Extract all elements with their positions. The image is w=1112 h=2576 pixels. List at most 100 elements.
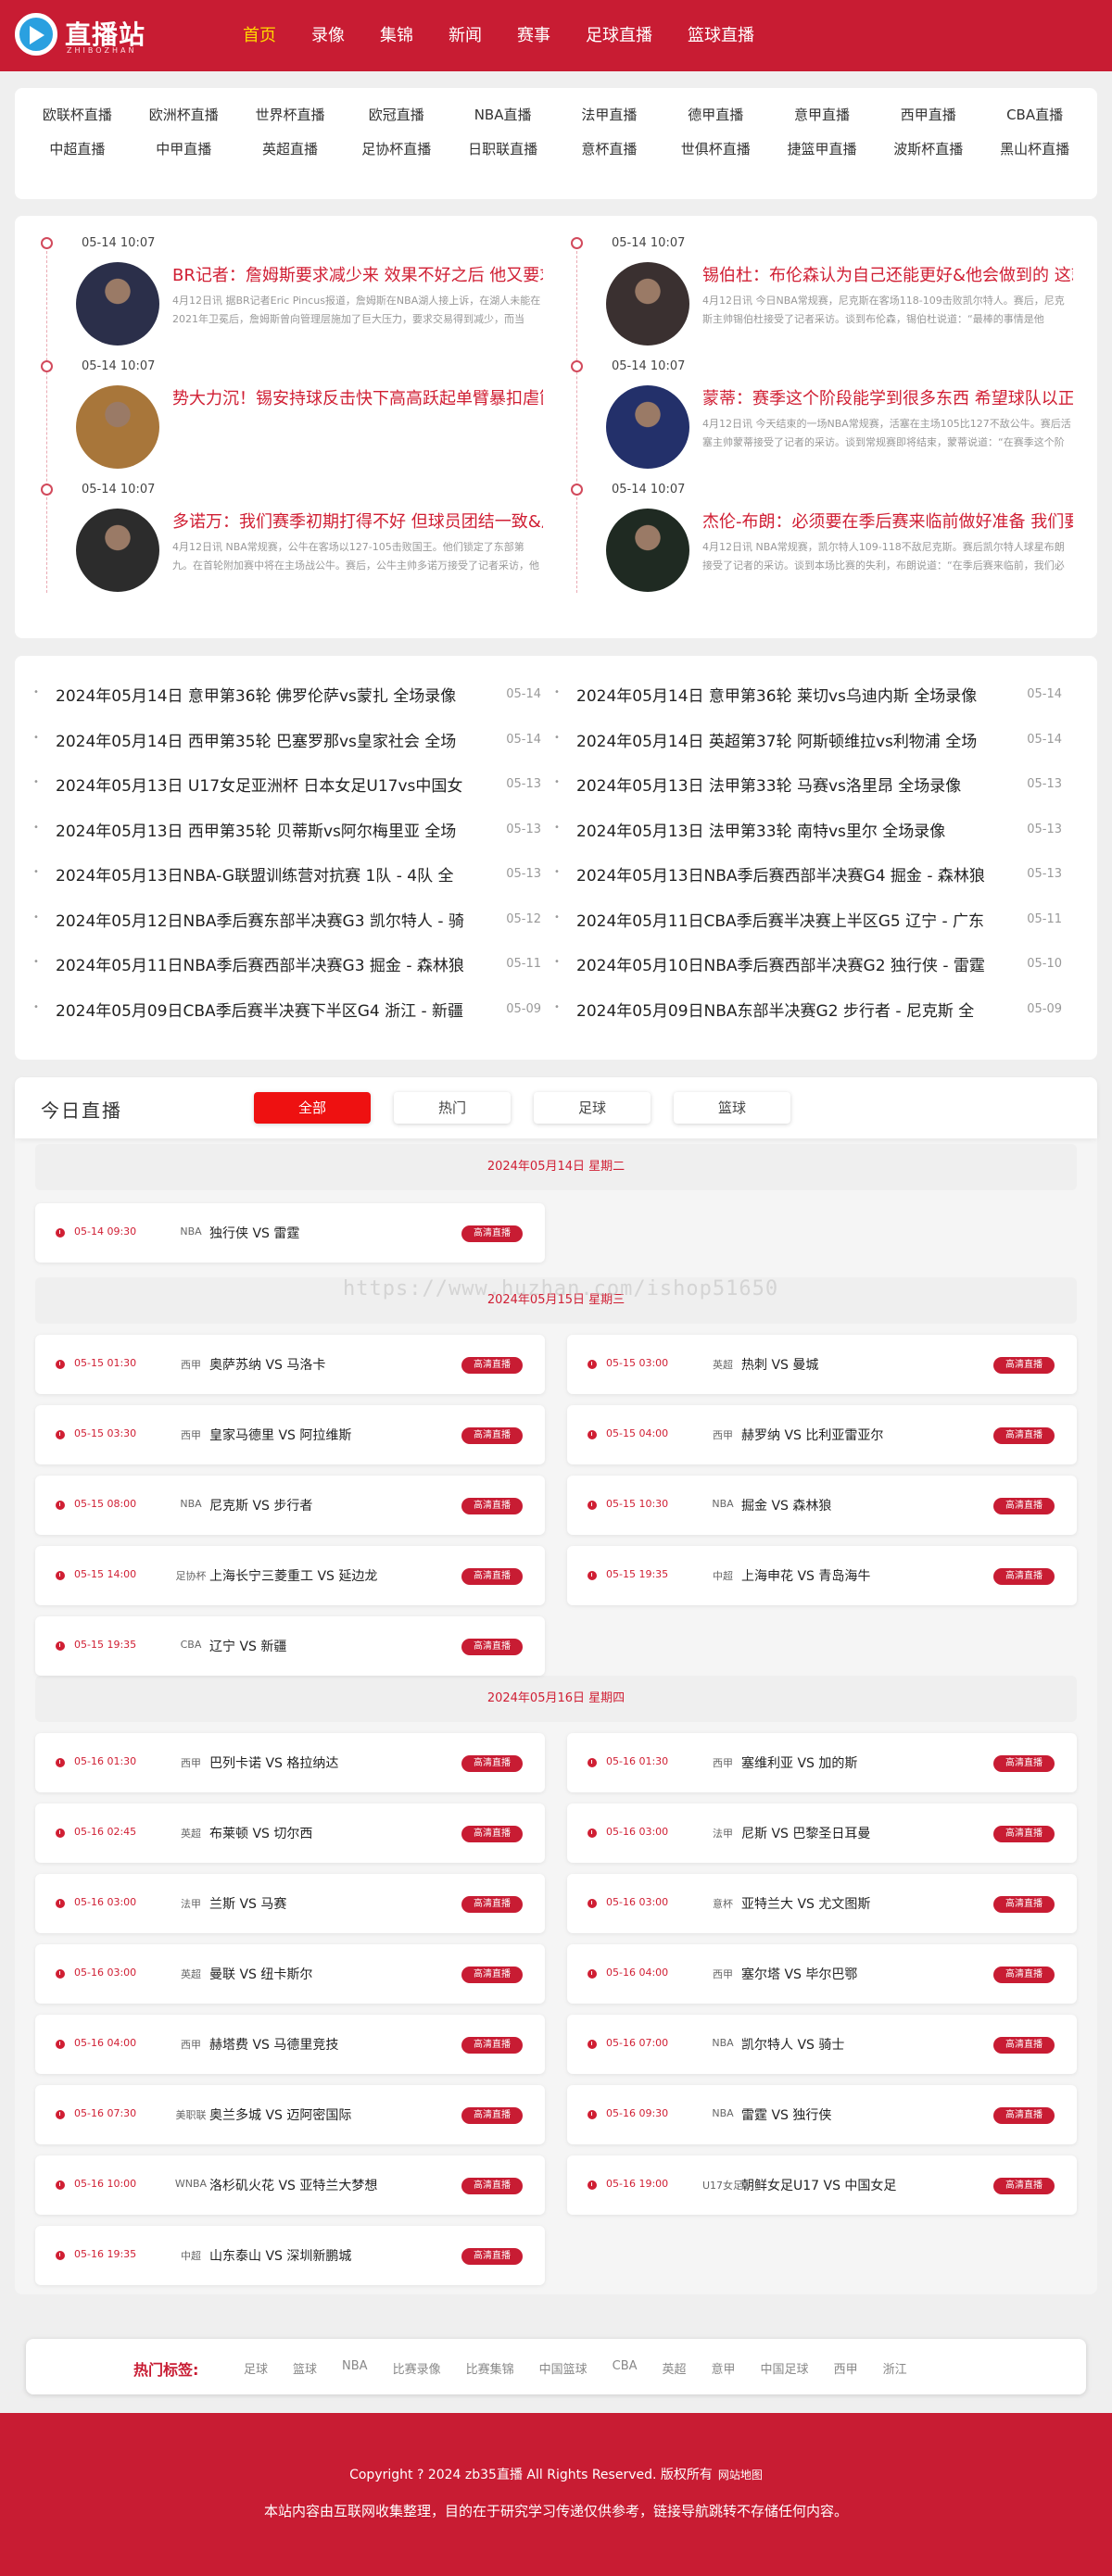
hot-tag[interactable]: 中国足球 xyxy=(761,2359,809,2377)
hot-tag[interactable]: 英超 xyxy=(663,2359,687,2377)
league-link[interactable]: 日职联直播 xyxy=(449,139,556,158)
replay-row[interactable]: • 2024年05月13日NBA-G联盟训练营对抗赛 1队 - 4队 全 05-13 xyxy=(33,858,552,903)
replay-title[interactable]: 2024年05月13日 U17女足亚洲杯 日本女足U17vs中国女 xyxy=(56,773,474,796)
match-teams[interactable]: 凯尔特人 VS 骑士 xyxy=(741,2035,844,2054)
match-teams[interactable]: 塞维利亚 VS 加的斯 xyxy=(741,1753,857,1772)
match-card[interactable]: 05-16 03:00 法甲 兰斯 VS 马赛 高清直播 xyxy=(35,1874,545,1933)
match-card[interactable]: 05-16 03:00 英超 曼联 VS 纽卡斯尔 高清直播 xyxy=(35,1944,545,2004)
nav-basketball-live[interactable]: 篮球直播 xyxy=(688,0,754,71)
news-item[interactable]: 05-14 10:07 BR记者：詹姆斯要求减少来 效果不好之后 他又要求 4月12… xyxy=(41,234,550,358)
site-logo[interactable]: 直播站 ZHIBOZHAN xyxy=(15,11,163,59)
replay-title[interactable]: 2024年05月13日NBA季后赛西部半决赛G4 掘金 - 森林狼 xyxy=(576,862,995,886)
news-title[interactable]: 势大力沉！锡安持球反击快下高高跃起单臂暴扣虐筐 xyxy=(172,385,543,409)
match-card[interactable]: 05-16 10:00 WNBA 洛杉矶火花 VS 亚特兰大梦想 高清直播 xyxy=(35,2155,545,2215)
live-stream-button[interactable]: 高清直播 xyxy=(993,1357,1055,1374)
live-stream-button[interactable]: 高清直播 xyxy=(993,1427,1055,1444)
match-teams[interactable]: 洛杉矶火花 VS 亚特兰大梦想 xyxy=(209,2176,377,2194)
league-link[interactable]: 意杯直播 xyxy=(556,139,663,158)
replay-title[interactable]: 2024年05月14日 意甲第36轮 佛罗伦萨vs蒙扎 全场录像 xyxy=(56,683,474,706)
match-card[interactable]: 05-15 03:30 西甲 皇家马德里 VS 阿拉维斯 高清直播 xyxy=(35,1405,545,1464)
news-item[interactable]: 05-14 10:07 多诺万：我们赛季初期打得不好 但球员团结一致&从 4月12日… xyxy=(41,481,550,604)
league-link[interactable]: 波斯杯直播 xyxy=(875,139,981,158)
match-card[interactable]: 05-15 08:00 NBA 尼克斯 VS 步行者 高清直播 xyxy=(35,1476,545,1535)
match-teams[interactable]: 上海长宁三菱重工 VS 延边龙 xyxy=(209,1566,377,1585)
match-teams[interactable]: 雷霆 VS 独行侠 xyxy=(741,2105,831,2124)
news-title[interactable]: BR记者：詹姆斯要求减少来 效果不好之后 他又要求 xyxy=(172,262,543,286)
league-link[interactable]: NBA直播 xyxy=(449,105,556,124)
match-teams[interactable]: 独行侠 VS 雷霆 xyxy=(209,1224,299,1242)
replay-row[interactable]: • 2024年05月13日 法甲第33轮 马赛vs洛里昂 全场录像 05-13 xyxy=(554,768,1073,813)
replay-title[interactable]: 2024年05月10日NBA季后赛西部半决赛G2 独行侠 - 雷霆 xyxy=(576,952,995,975)
news-item[interactable]: 05-14 10:07 蒙蒂：赛季这个阶段能学到很多东西 希望球队以正确 4月12日… xyxy=(571,358,1080,481)
live-stream-button[interactable]: 高清直播 xyxy=(993,2178,1055,2194)
news-thumbnail[interactable] xyxy=(76,509,159,592)
match-teams[interactable]: 山东泰山 VS 深圳新鹏城 xyxy=(209,2246,351,2265)
replay-row[interactable]: • 2024年05月11日CBA季后赛半决赛上半区G5 辽宁 - 广东 05-11 xyxy=(554,903,1073,949)
news-thumbnail[interactable] xyxy=(606,385,689,469)
match-card[interactable]: 05-16 02:45 英超 布莱顿 VS 切尔西 高清直播 xyxy=(35,1803,545,1863)
hot-tag[interactable]: CBA xyxy=(613,2359,638,2377)
match-card[interactable]: 05-15 14:00 足协杯 上海长宁三菱重工 VS 延边龙 高清直播 xyxy=(35,1546,545,1605)
live-stream-button[interactable]: 高清直播 xyxy=(461,1755,523,1772)
live-stream-button[interactable]: 高清直播 xyxy=(461,1427,523,1444)
replay-title[interactable]: 2024年05月11日NBA季后赛西部半决赛G3 掘金 - 森林狼 xyxy=(56,952,474,975)
match-card[interactable]: 05-15 19:35 CBA 辽宁 VS 新疆 高清直播 xyxy=(35,1616,545,1676)
hot-tag[interactable]: 比赛集锦 xyxy=(466,2359,514,2377)
replay-title[interactable]: 2024年05月09日CBA季后赛半决赛下半区G4 浙江 - 新疆 xyxy=(56,998,474,1021)
tab-basketball[interactable]: 篮球 xyxy=(674,1092,790,1124)
nav-home[interactable]: 首页 xyxy=(243,0,276,71)
tab-football[interactable]: 足球 xyxy=(534,1092,651,1124)
match-teams[interactable]: 赫罗纳 VS 比利亚雷亚尔 xyxy=(741,1426,883,1444)
nav-replays[interactable]: 录像 xyxy=(311,0,345,71)
league-link[interactable]: 世俱杯直播 xyxy=(663,139,769,158)
league-link[interactable]: 英超直播 xyxy=(237,139,344,158)
replay-row[interactable]: • 2024年05月14日 意甲第36轮 佛罗伦萨vs蒙扎 全场录像 05-14 xyxy=(33,678,552,723)
live-stream-button[interactable]: 高清直播 xyxy=(461,1357,523,1374)
hot-tag[interactable]: 中国篮球 xyxy=(539,2359,588,2377)
match-teams[interactable]: 皇家马德里 VS 阿拉维斯 xyxy=(209,1426,351,1444)
live-stream-button[interactable]: 高清直播 xyxy=(461,2178,523,2194)
nav-news[interactable]: 新闻 xyxy=(449,0,482,71)
replay-row[interactable]: • 2024年05月10日NBA季后赛西部半决赛G2 独行侠 - 雷霆 05-10 xyxy=(554,948,1073,993)
replay-row[interactable]: • 2024年05月12日NBA季后赛东部半决赛G3 凯尔特人 - 骑 05-12 xyxy=(33,903,552,949)
live-stream-button[interactable]: 高清直播 xyxy=(461,1568,523,1585)
replay-row[interactable]: • 2024年05月14日 西甲第35轮 巴塞罗那vs皇家社会 全场 05-14 xyxy=(33,723,552,769)
match-card[interactable]: 05-15 01:30 西甲 奥萨苏纳 VS 马洛卡 高清直播 xyxy=(35,1335,545,1394)
league-link[interactable]: 欧冠直播 xyxy=(343,105,449,124)
league-link[interactable]: 意甲直播 xyxy=(769,105,876,124)
news-thumbnail[interactable] xyxy=(606,509,689,592)
match-card[interactable]: 05-16 03:00 意杯 亚特兰大 VS 尤文图斯 高清直播 xyxy=(567,1874,1077,1933)
replay-row[interactable]: • 2024年05月11日NBA季后赛西部半决赛G3 掘金 - 森林狼 05-11 xyxy=(33,948,552,993)
league-link[interactable]: 世界杯直播 xyxy=(237,105,344,124)
league-link[interactable]: 黑山杯直播 xyxy=(981,139,1088,158)
live-stream-button[interactable]: 高清直播 xyxy=(993,1967,1055,1983)
live-stream-button[interactable]: 高清直播 xyxy=(993,2037,1055,2054)
match-teams[interactable]: 掘金 VS 森林狼 xyxy=(741,1496,831,1514)
replay-row[interactable]: • 2024年05月13日 U17女足亚洲杯 日本女足U17vs中国女 05-13 xyxy=(33,768,552,813)
news-title[interactable]: 杰伦-布朗：必须要在季后赛来临前做好准备 我们要迎 xyxy=(702,509,1073,533)
match-teams[interactable]: 奥萨苏纳 VS 马洛卡 xyxy=(209,1355,325,1374)
sitemap-link[interactable]: 网站地图 xyxy=(718,2469,763,2482)
live-stream-button[interactable]: 高清直播 xyxy=(461,2248,523,2265)
replay-title[interactable]: 2024年05月11日CBA季后赛半决赛上半区G5 辽宁 - 广东 xyxy=(576,908,995,931)
hot-tag[interactable]: NBA xyxy=(342,2359,368,2377)
live-stream-button[interactable]: 高清直播 xyxy=(461,1639,523,1655)
league-link[interactable]: 欧联杯直播 xyxy=(24,105,131,124)
live-stream-button[interactable]: 高清直播 xyxy=(461,1967,523,1983)
news-item[interactable]: 05-14 10:07 势大力沉！锡安持球反击快下高高跃起单臂暴扣虐筐 xyxy=(41,358,550,481)
live-stream-button[interactable]: 高清直播 xyxy=(993,1568,1055,1585)
league-link[interactable]: 中甲直播 xyxy=(131,139,237,158)
nav-highlights[interactable]: 集锦 xyxy=(380,0,413,71)
replay-row[interactable]: • 2024年05月13日 法甲第33轮 南特vs里尔 全场录像 05-13 xyxy=(554,813,1073,859)
live-stream-button[interactable]: 高清直播 xyxy=(461,1498,523,1514)
league-link[interactable]: 中超直播 xyxy=(24,139,131,158)
live-stream-button[interactable]: 高清直播 xyxy=(993,1755,1055,1772)
replay-title[interactable]: 2024年05月14日 意甲第36轮 莱切vs乌迪内斯 全场录像 xyxy=(576,683,995,706)
match-teams[interactable]: 巴列卡诺 VS 格拉纳达 xyxy=(209,1753,338,1772)
match-teams[interactable]: 上海申花 VS 青岛海牛 xyxy=(741,1566,870,1585)
league-link[interactable]: 西甲直播 xyxy=(875,105,981,124)
live-stream-button[interactable]: 高清直播 xyxy=(461,2037,523,2054)
live-stream-button[interactable]: 高清直播 xyxy=(993,2107,1055,2124)
match-teams[interactable]: 朝鲜女足U17 VS 中国女足 xyxy=(741,2176,896,2194)
match-teams[interactable]: 兰斯 VS 马赛 xyxy=(209,1894,286,1913)
